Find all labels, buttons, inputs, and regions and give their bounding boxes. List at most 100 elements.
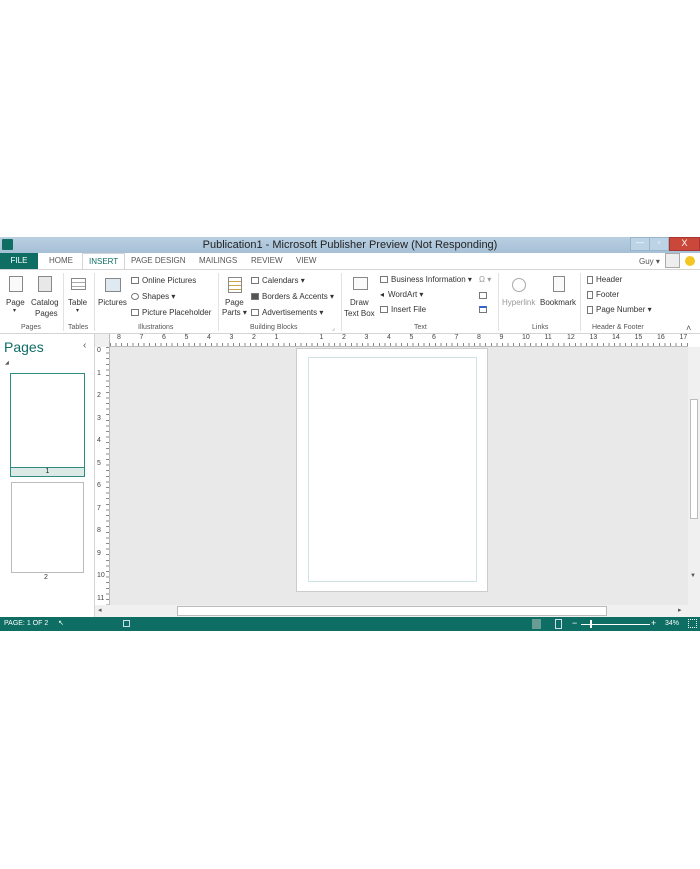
page-indicator[interactable]: PAGE: 1 OF 2 — [4, 620, 48, 627]
two-page-view-button[interactable] — [555, 619, 562, 629]
wordart-button[interactable]: ◂ WordArt ▾ — [380, 290, 423, 299]
scroll-left-arrow[interactable]: ◂ — [98, 606, 102, 614]
divider — [341, 273, 342, 331]
ruler-label: 17 — [679, 334, 688, 341]
avatar[interactable] — [665, 253, 680, 268]
ruler-label: 4 — [207, 334, 211, 341]
tab-page-design[interactable]: PAGE DESIGN — [125, 253, 192, 269]
page-parts-button[interactable]: Page — [225, 298, 244, 307]
zoom-slider-thumb[interactable] — [590, 620, 593, 628]
calendars-button[interactable]: Calendars ▾ — [251, 276, 305, 285]
divider — [63, 273, 64, 331]
ruler-label: 2 — [342, 334, 346, 341]
ruler-label: 8 — [97, 527, 101, 534]
scroll-down-arrow[interactable]: ▼ — [690, 573, 696, 579]
group-tables: Tables — [68, 324, 89, 331]
draw-text-box-button[interactable]: Draw — [350, 298, 369, 307]
group-pages: Pages — [21, 324, 41, 331]
collapse-ribbon-button[interactable]: ˄ — [686, 323, 691, 333]
header-button[interactable]: Header — [587, 275, 622, 284]
ruler-label: 11 — [97, 594, 105, 602]
status-bar: PAGE: 1 OF 2 ↖ − + 34% — [0, 617, 700, 631]
ruler-label: 7 — [454, 334, 459, 341]
business-information-button[interactable]: Business Information ▾ — [380, 275, 472, 284]
divider — [580, 273, 581, 331]
picture-placeholder-button[interactable]: Picture Placeholder — [131, 308, 211, 317]
horizontal-ruler[interactable]: 8 7 6 5 4 3 2 1 1 2 3 4 5 6 7 8 9 10 11 12 13 14 15 16 17 — [110, 334, 688, 347]
page-thumbnail-2[interactable] — [11, 482, 84, 573]
tab-insert[interactable]: INSERT — [82, 253, 126, 269]
pages-pane-title: Pages — [4, 339, 44, 355]
online-pictures-button[interactable]: Online Pictures — [131, 276, 196, 285]
hyperlink-button[interactable]: Hyperlink — [502, 298, 535, 307]
tab-review[interactable]: REVIEW — [245, 253, 289, 269]
zoom-in-button[interactable]: + — [651, 618, 656, 628]
tab-home[interactable]: HOME — [43, 253, 79, 269]
vertical-scroll-thumb[interactable] — [690, 399, 698, 519]
ruler-label: 8 — [477, 334, 481, 341]
tab-view[interactable]: VIEW — [290, 253, 322, 269]
catalog-pages-button[interactable]: Catalog — [31, 298, 59, 307]
symbol-button[interactable]: Ω ▾ — [479, 275, 491, 284]
ruler-label: 4 — [387, 334, 391, 341]
borders-label: Borders & Accents ▾ — [262, 292, 335, 301]
pictures-button[interactable]: Pictures — [98, 298, 127, 307]
table-icon — [71, 278, 86, 290]
object-icon[interactable] — [479, 306, 487, 313]
collapse-pane-button[interactable]: ‹ — [83, 340, 86, 351]
borders-icon — [251, 293, 259, 301]
smiley-feedback-icon[interactable] — [685, 256, 695, 266]
page-dropdown-arrow[interactable]: ▾ — [13, 307, 16, 314]
scroll-right-arrow[interactable]: ▸ — [678, 606, 682, 614]
zoom-out-button[interactable]: − — [572, 618, 577, 628]
pages-pane: Pages ‹ ◢ 1 2 — [0, 334, 95, 617]
dialog-launcher-icon[interactable]: ⌟ — [332, 325, 335, 332]
title-bar: Publication1 - Microsoft Publisher Previ… — [0, 237, 700, 253]
date-time-icon[interactable] — [479, 292, 487, 299]
borders-accents-button[interactable]: Borders & Accents ▾ — [251, 292, 334, 301]
document-canvas[interactable] — [110, 347, 688, 605]
user-account[interactable]: Guy ▾ — [639, 257, 660, 266]
calendar-icon — [251, 277, 259, 285]
section-triangle-icon[interactable]: ◢ — [5, 360, 9, 366]
bookmark-button[interactable]: Bookmark — [540, 298, 576, 307]
vertical-ruler[interactable]: 0 1 2 3 4 5 6 7 8 9 10 11 — [95, 347, 110, 617]
ruler-label: 6 — [162, 334, 166, 341]
page-thumbnail-1[interactable]: 1 — [10, 373, 85, 477]
page-thumbnail-number: 1 — [11, 467, 84, 476]
ruler-label: 1 — [274, 334, 279, 341]
advertisements-button[interactable]: Advertisements ▾ — [251, 308, 323, 317]
document-page[interactable] — [296, 348, 488, 592]
maximize-button[interactable]: ▫ — [649, 237, 669, 251]
zoom-level[interactable]: 34% — [665, 620, 679, 627]
shapes-button[interactable]: Shapes ▾ — [131, 292, 175, 301]
table-button[interactable]: Table — [68, 298, 87, 307]
minimize-button[interactable]: — — [630, 237, 650, 251]
horizontal-scroll-thumb[interactable] — [177, 606, 607, 616]
single-page-view-button[interactable] — [532, 619, 541, 629]
fit-page-icon[interactable] — [688, 619, 697, 628]
page-number-button[interactable]: Page Number ▾ — [587, 305, 652, 314]
pictures-icon — [105, 278, 121, 292]
ruler-label: 7 — [139, 334, 144, 341]
catalog-pages-icon — [38, 276, 52, 292]
close-button[interactable]: X — [669, 237, 700, 251]
tab-mailings[interactable]: MAILINGS — [193, 253, 243, 269]
table-dropdown-arrow[interactable]: ▾ — [76, 307, 79, 314]
horizontal-scrollbar[interactable]: ◂ ▸ — [95, 605, 688, 617]
ruler-label: 8 — [117, 334, 121, 341]
insert-file-button[interactable]: Insert File — [380, 305, 426, 314]
ruler-label: 5 — [409, 334, 414, 341]
group-header-footer: Header & Footer — [592, 324, 644, 331]
ribbon: Page ▾ Catalog Pages Pages Table ▾ Table… — [0, 269, 700, 334]
tab-file[interactable]: FILE — [0, 253, 38, 269]
vertical-scrollbar[interactable]: ▼ — [688, 347, 700, 617]
ruler-label: 11 — [544, 334, 552, 341]
hyperlink-icon — [512, 278, 526, 292]
page-button[interactable]: Page — [6, 298, 25, 307]
advertisements-label: Advertisements ▾ — [262, 308, 324, 317]
ruler-label: 10 — [522, 334, 530, 341]
shapes-label: Shapes ▾ — [142, 292, 176, 301]
publisher-window: Publication1 - Microsoft Publisher Previ… — [0, 237, 700, 631]
footer-button[interactable]: Footer — [587, 290, 619, 299]
